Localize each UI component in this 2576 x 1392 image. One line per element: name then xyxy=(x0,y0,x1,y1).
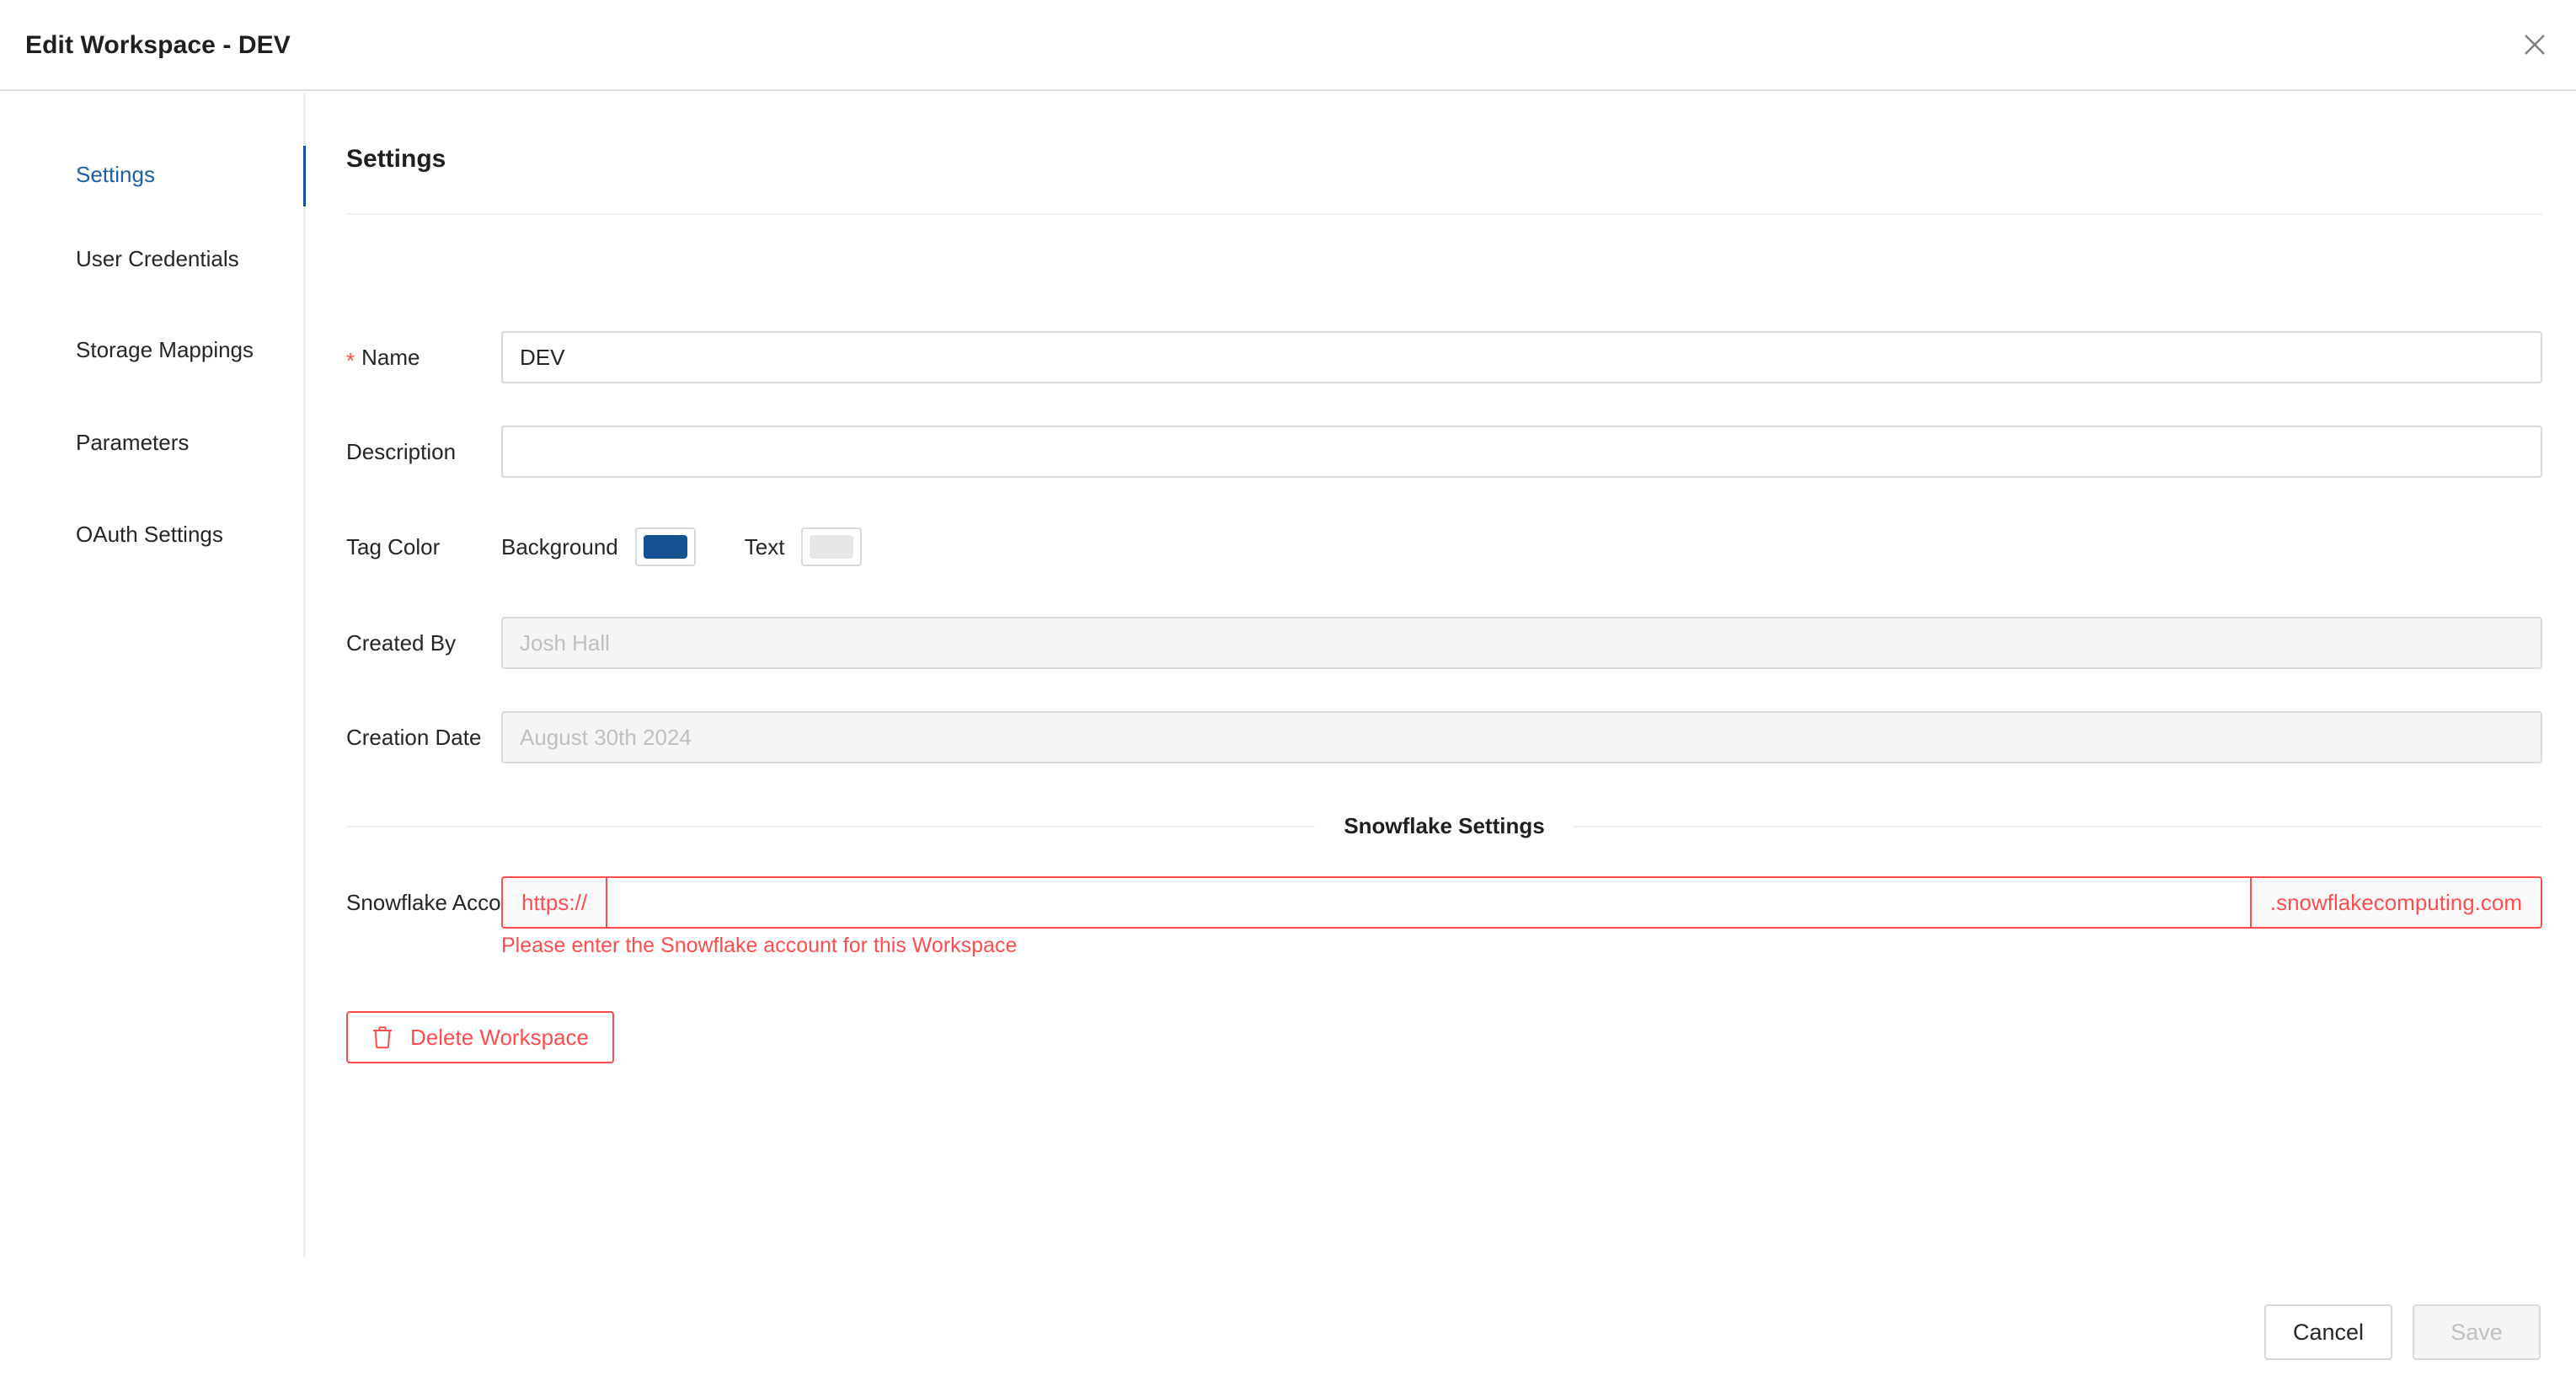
settings-sidebar: Settings User Credentials Storage Mappin… xyxy=(0,93,308,1257)
snowflake-url-prefix: https:// xyxy=(501,876,607,929)
form-row-creation-date: Creation Date xyxy=(306,711,2576,763)
modal-footer: Cancel Save xyxy=(0,1272,2576,1392)
snowflake-url-suffix: .snowflakecomputing.com xyxy=(2251,876,2542,929)
sidebar-item-label: Storage Mappings xyxy=(76,336,254,362)
sidebar-item-settings[interactable]: Settings xyxy=(0,142,308,206)
page-title: Settings xyxy=(346,145,446,173)
sidebar-item-label: Settings xyxy=(76,161,155,187)
background-color-picker[interactable] xyxy=(634,527,696,566)
form-row-tag-color: Tag Color Background Text xyxy=(306,521,2576,573)
form-row-created-by: Created By xyxy=(306,617,2576,669)
snowflake-account-input-group: https:// .snowflakecomputing.com xyxy=(501,876,2542,929)
description-input[interactable] xyxy=(501,426,2542,478)
form-row-name: * Name xyxy=(306,331,2576,383)
modal-title: Edit Workspace - DEV xyxy=(25,31,291,59)
background-color-label: Background xyxy=(501,533,618,559)
created-by-input xyxy=(501,617,2542,669)
modal-header: Edit Workspace - DEV xyxy=(0,0,2576,91)
divider-line-right xyxy=(1573,825,2543,827)
settings-panel: Settings * Name Description Tag Color xyxy=(306,93,2576,1257)
save-button[interactable]: Save xyxy=(2413,1304,2541,1360)
text-color-picker[interactable] xyxy=(801,527,863,566)
sidebar-item-user-credentials[interactable]: User Credentials xyxy=(0,227,306,291)
description-label-text: Description xyxy=(346,438,457,464)
created-by-label-text: Created By xyxy=(346,629,457,656)
creation-date-label: Creation Date xyxy=(346,711,481,763)
sidebar-item-storage-mappings[interactable]: Storage Mappings xyxy=(0,318,306,382)
cancel-button[interactable]: Cancel xyxy=(2264,1304,2392,1360)
sidebar-item-parameters[interactable]: Parameters xyxy=(0,410,306,474)
creation-date-field-wrap xyxy=(501,711,2542,763)
creation-date-input xyxy=(501,711,2542,763)
text-color-label: Text xyxy=(744,533,785,559)
background-color-swatch xyxy=(643,535,687,559)
snowflake-section-title: Snowflake Settings xyxy=(1344,813,1545,838)
trash-icon xyxy=(371,1025,393,1049)
modal-body: Settings User Credentials Storage Mappin… xyxy=(0,93,2576,1272)
name-label-text: Name xyxy=(361,344,420,370)
form-row-description: Description xyxy=(306,426,2576,478)
sidebar-item-label: OAuth Settings xyxy=(76,521,223,547)
close-icon xyxy=(2522,32,2547,57)
text-color-swatch xyxy=(810,535,854,559)
footer-actions: Cancel Save xyxy=(2264,1304,2541,1360)
required-marker: * xyxy=(346,348,355,373)
sidebar-item-label: User Credentials xyxy=(76,245,239,271)
form-row-snowflake-account: Snowflake Account https:// .snowflakecom… xyxy=(306,876,2576,957)
delete-workspace-button[interactable]: Delete Workspace xyxy=(346,1011,614,1063)
sidebar-item-label: Parameters xyxy=(76,429,190,455)
created-by-field-wrap xyxy=(501,617,2542,669)
name-input[interactable] xyxy=(501,331,2542,383)
description-field-wrap xyxy=(501,426,2542,478)
creation-date-label-text: Creation Date xyxy=(346,724,482,750)
tag-color-label-text: Tag Color xyxy=(346,533,441,559)
delete-workspace-label: Delete Workspace xyxy=(410,1024,589,1050)
name-field-wrap xyxy=(501,331,2542,383)
snowflake-account-input[interactable] xyxy=(606,876,2252,929)
header-divider xyxy=(346,213,2542,215)
tag-color-label: Tag Color xyxy=(346,521,440,573)
divider-line-left xyxy=(346,825,1316,827)
sidebar-item-oauth-settings[interactable]: OAuth Settings xyxy=(0,502,306,566)
description-label: Description xyxy=(346,426,456,478)
close-button[interactable] xyxy=(2509,19,2561,71)
snowflake-section-divider: Snowflake Settings xyxy=(346,813,2543,839)
created-by-label: Created By xyxy=(346,617,456,669)
snowflake-account-error: Please enter the Snowflake account for t… xyxy=(501,934,1018,957)
name-label: * Name xyxy=(346,331,420,383)
tag-color-controls: Background Text xyxy=(501,521,863,573)
